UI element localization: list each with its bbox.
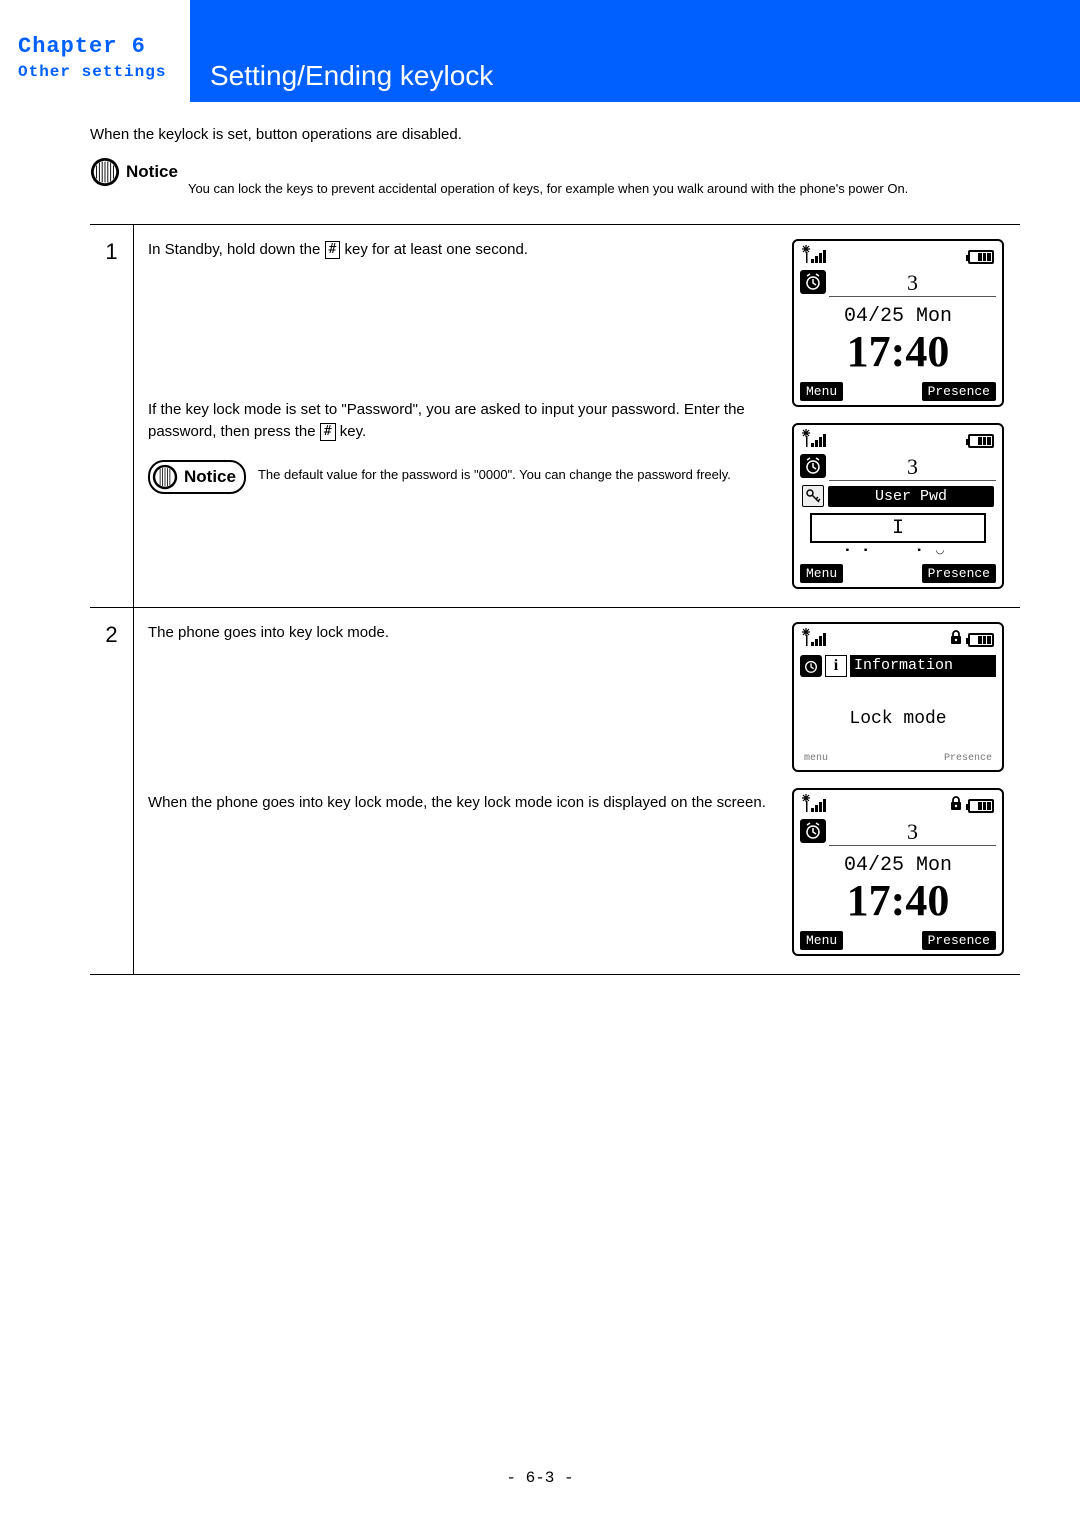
screen-line-number: 3 [829,454,996,481]
step-1-text-a: In Standby, hold down the [148,241,325,258]
screen-line-number: 3 [829,270,996,297]
screen-standby: 3 04/25 Mon 17:40 Menu Presence [792,239,1004,407]
step-2-note: When the phone goes into key lock mode, … [148,792,774,814]
page-title: Setting/Ending keylock [190,26,1080,102]
scroll-dots: ▪ ▪ ▪ ◡ [796,545,1000,560]
step-1-inner-notice: Notice The default value for the passwor… [148,460,774,494]
softkey-menu: Menu [800,564,843,583]
notice-label: Notice [126,162,178,182]
key-icon [802,485,824,507]
step-1-pw-b: key. [340,423,366,440]
password-title: User Pwd [828,486,994,507]
step-2-row: 2 The phone goes into key lock mode. Whe… [90,608,1020,975]
softkey-presence: Presence [922,931,996,950]
hash-key-icon: # [325,241,341,259]
signal-icon [802,794,828,817]
step-1-main: In Standby, hold down the # key for at l… [148,239,774,261]
battery-icon [968,250,994,264]
lock-icon [948,795,964,816]
step-1-pw-a: If the key lock mode is set to "Password… [148,401,745,440]
step-2-number: 2 [90,608,134,974]
step-1-text-b: key for at least one second. [345,241,528,258]
notice-icon [90,157,120,187]
ghost-softkey-left: menu [804,753,828,764]
info-body: Lock mode [796,679,1000,753]
screen-line-number: 3 [829,819,996,846]
chapter-title: Chapter 6 [18,34,180,59]
step-1-password-note: If the key lock mode is set to "Password… [148,399,774,443]
top-notice-text: You can lock the keys to prevent acciden… [188,157,1020,196]
top-notice: Notice You can lock the keys to prevent … [90,157,1020,196]
alarm-icon [800,655,822,677]
screen-time: 17:40 [796,330,1000,374]
info-title: Information [850,655,996,677]
steps-table: 1 In Standby, hold down the # key for at… [90,224,1020,975]
signal-icon [802,245,828,268]
notice-label: Notice [184,465,236,490]
step-2-main: The phone goes into key lock mode. [148,622,774,644]
notice-icon [152,464,178,490]
screen-time: 17:40 [796,879,1000,923]
intro-text: When the keylock is set, button operatio… [90,126,1020,143]
softkey-menu: Menu [800,931,843,950]
softkey-menu: Menu [800,382,843,401]
battery-icon [968,799,994,813]
battery-icon [968,633,994,647]
screen-date: 04/25 Mon [796,305,1000,328]
hash-key-icon: # [320,423,336,441]
step-1-inner-notice-text: The default value for the password is "0… [258,460,731,484]
alarm-icon [800,819,826,843]
ghost-softkey-right: Presence [944,753,992,764]
alarm-icon [800,454,826,478]
info-icon: i [825,655,847,677]
signal-icon [802,628,828,651]
chapter-header: Chapter 6 Other settings Setting/Ending … [0,26,1080,102]
signal-icon [802,429,828,452]
screen-password: 3 User Pwd I ▪ ▪ ▪ ◡ Menu Prese [792,423,1004,589]
battery-icon [968,434,994,448]
chapter-subtitle: Other settings [18,63,180,81]
password-input: I [810,513,986,543]
screen-locked-standby: 3 04/25 Mon 17:40 Menu Presence [792,788,1004,956]
softkey-presence: Presence [922,382,996,401]
alarm-icon [800,270,826,294]
page-number: - 6-3 - [0,1469,1080,1487]
softkey-presence: Presence [922,564,996,583]
lock-icon [948,629,964,650]
top-banner [0,0,1080,26]
screen-date: 04/25 Mon [796,854,1000,877]
step-1-row: 1 In Standby, hold down the # key for at… [90,225,1020,608]
step-1-number: 1 [90,225,134,607]
screen-information: i Information Lock mode menu Presence [792,622,1004,772]
